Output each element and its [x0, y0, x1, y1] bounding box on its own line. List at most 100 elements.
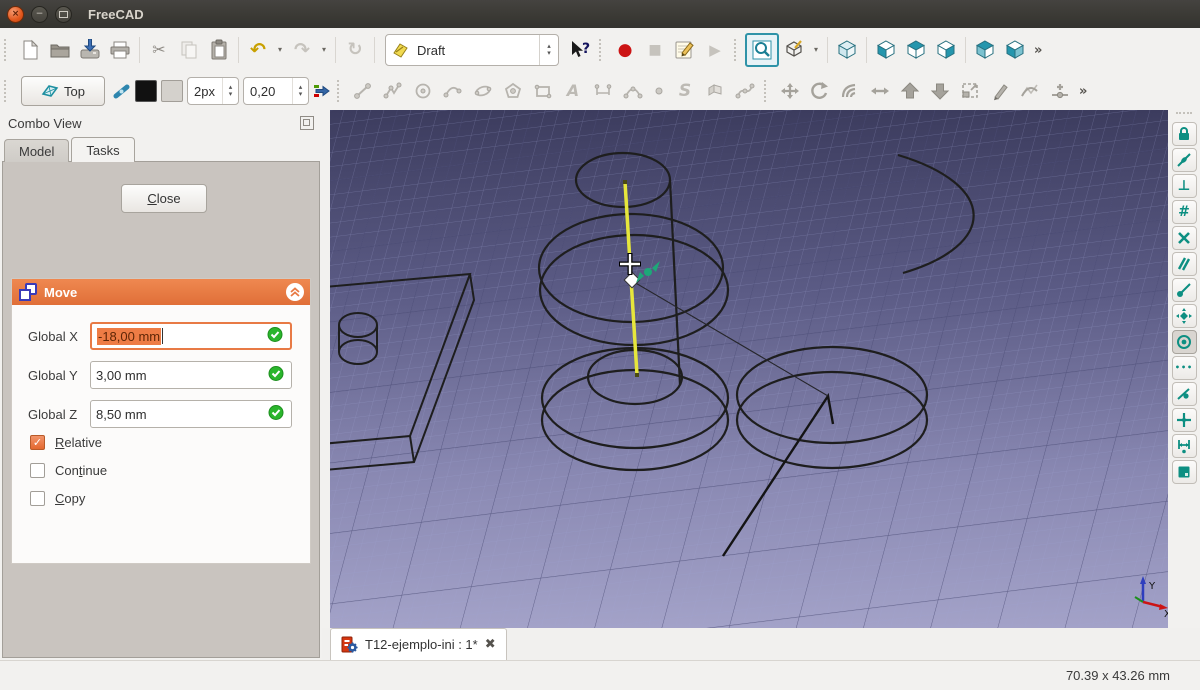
move-task-header[interactable]: Move	[12, 279, 310, 305]
dock-float-icon[interactable]	[300, 116, 314, 130]
whats-this-button[interactable]: ?	[565, 34, 595, 66]
snap-dimensions-button[interactable]	[1171, 434, 1197, 458]
draft-point-button[interactable]	[648, 75, 670, 107]
line-width-spinbox[interactable]: 2px ▴ ▾	[187, 77, 239, 105]
draft-trimex-button[interactable]	[865, 75, 895, 107]
refresh-button[interactable]: ↻	[340, 34, 370, 66]
scale-spinbox[interactable]: 0,20 ▴ ▾	[243, 77, 309, 105]
cut-button[interactable]: ✂	[144, 34, 174, 66]
toolbar-grip[interactable]	[4, 80, 11, 102]
draft-polygon-button[interactable]	[498, 75, 528, 107]
tab-model[interactable]: Model	[4, 139, 70, 162]
snap-lock-button[interactable]	[1171, 122, 1197, 146]
draft-edit-button[interactable]	[985, 75, 1015, 107]
relative-checkbox[interactable]: ✓	[30, 434, 45, 450]
undo-button[interactable]: ↶	[243, 34, 273, 66]
toolbar-grip[interactable]	[734, 39, 741, 61]
snap-near-button[interactable]	[1171, 382, 1197, 406]
toggle-construction-button[interactable]	[111, 75, 133, 107]
draft-wire-to-bspline-button[interactable]	[1015, 75, 1045, 107]
print-button[interactable]	[105, 34, 135, 66]
global-y-input[interactable]: 3,00 mm	[90, 361, 292, 389]
snap-special-button[interactable]	[1171, 304, 1197, 328]
view-rear-button[interactable]	[970, 34, 1000, 66]
toolbar-grip[interactable]	[337, 80, 344, 102]
apply-style-button[interactable]	[311, 75, 333, 107]
draft-arc-button[interactable]	[438, 75, 468, 107]
snap-ortho-button[interactable]	[1171, 408, 1197, 432]
workbench-spinner[interactable]: ▴ ▾	[539, 35, 558, 65]
toolbar-grip[interactable]	[1176, 112, 1192, 118]
snap-extension-button[interactable]: •••	[1171, 356, 1197, 380]
draft-ellipse-button[interactable]	[468, 75, 498, 107]
macro-play-button[interactable]: ▶	[700, 34, 730, 66]
3d-viewport[interactable]: Y X	[230, 110, 1171, 628]
toolbar-grip[interactable]	[764, 80, 771, 102]
snap-midpoint-button[interactable]	[1171, 148, 1197, 172]
window-minimize-button[interactable]: −	[31, 5, 48, 23]
view-left-button[interactable]	[1000, 34, 1030, 66]
draft-rectangle-button[interactable]	[528, 75, 558, 107]
open-document-button[interactable]	[45, 34, 75, 66]
draw-style-button[interactable]	[779, 34, 809, 66]
fit-all-button[interactable]	[745, 33, 779, 67]
draft-facebinder-button[interactable]	[700, 75, 730, 107]
view-right-button[interactable]	[931, 34, 961, 66]
copy-button[interactable]	[174, 34, 204, 66]
workbench-selector[interactable]: Draft ▴ ▾	[385, 34, 559, 66]
close-task-button[interactable]: Close	[121, 184, 207, 213]
macro-edit-button[interactable]	[670, 34, 700, 66]
save-button[interactable]	[75, 34, 105, 66]
view-axonometric-button[interactable]	[832, 34, 862, 66]
paste-button[interactable]	[204, 34, 234, 66]
draft-bezier-button[interactable]	[730, 75, 760, 107]
draft-upgrade-button[interactable]	[895, 75, 925, 107]
draft-scale-button[interactable]	[955, 75, 985, 107]
draft-dimension-button[interactable]	[588, 75, 618, 107]
draw-style-dropdown-button[interactable]: ▾	[809, 46, 823, 54]
line-width-spinner[interactable]: ▴ ▾	[222, 78, 238, 104]
draft-text-button[interactable]: A	[558, 75, 588, 107]
undo-dropdown-button[interactable]: ▾	[273, 46, 287, 54]
draft-line-button[interactable]	[348, 75, 378, 107]
document-tab-close-icon[interactable]: ✖	[485, 638, 496, 651]
draft-wire-button[interactable]	[378, 75, 408, 107]
line-color-swatch[interactable]	[135, 80, 157, 102]
new-document-button[interactable]	[15, 34, 45, 66]
tab-tasks[interactable]: Tasks	[71, 137, 135, 162]
snap-parallel-button[interactable]	[1171, 252, 1197, 276]
snap-working-plane-button[interactable]	[1171, 460, 1197, 484]
toolbar-grip[interactable]	[599, 39, 606, 61]
window-close-button[interactable]: ×	[7, 5, 24, 23]
toolbar-overflow-button[interactable]: »	[1034, 44, 1042, 57]
working-plane-button[interactable]: Top	[21, 76, 105, 106]
view-top-button[interactable]	[901, 34, 931, 66]
snap-grid-button[interactable]: #	[1171, 200, 1197, 224]
snap-perpendicular-button[interactable]: ⊥	[1171, 174, 1197, 198]
collapse-button[interactable]	[286, 283, 304, 301]
continue-checkbox[interactable]	[30, 462, 45, 478]
draft-circle-button[interactable]	[408, 75, 438, 107]
scale-spinner[interactable]: ▴ ▾	[292, 78, 308, 104]
macro-stop-button[interactable]: ■	[640, 34, 670, 66]
redo-button[interactable]: ↷	[287, 34, 317, 66]
draft-bspline-button[interactable]	[618, 75, 648, 107]
draft-offset-button[interactable]	[835, 75, 865, 107]
macro-record-button[interactable]: ●	[610, 34, 640, 66]
draft-add-point-button[interactable]	[1045, 75, 1075, 107]
snap-center-button[interactable]	[1171, 330, 1197, 354]
redo-dropdown-button[interactable]: ▾	[317, 46, 331, 54]
draft-shapestring-button[interactable]: S	[670, 75, 700, 107]
draft-rotate-button[interactable]	[805, 75, 835, 107]
snap-endpoint-button[interactable]	[1171, 278, 1197, 302]
snap-intersection-button[interactable]	[1171, 226, 1197, 250]
document-tab[interactable]: T12-ejemplo-ini : 1* ✖	[330, 628, 507, 660]
face-color-swatch[interactable]	[161, 80, 183, 102]
toolbar-overflow-button[interactable]: »	[1079, 85, 1087, 98]
toolbar-grip[interactable]	[4, 39, 11, 61]
global-z-input[interactable]: 8,50 mm	[90, 400, 292, 428]
view-front-button[interactable]	[871, 34, 901, 66]
global-x-input[interactable]: -18,00 mm	[90, 322, 292, 350]
draft-downgrade-button[interactable]	[925, 75, 955, 107]
window-maximize-button[interactable]	[55, 5, 72, 23]
